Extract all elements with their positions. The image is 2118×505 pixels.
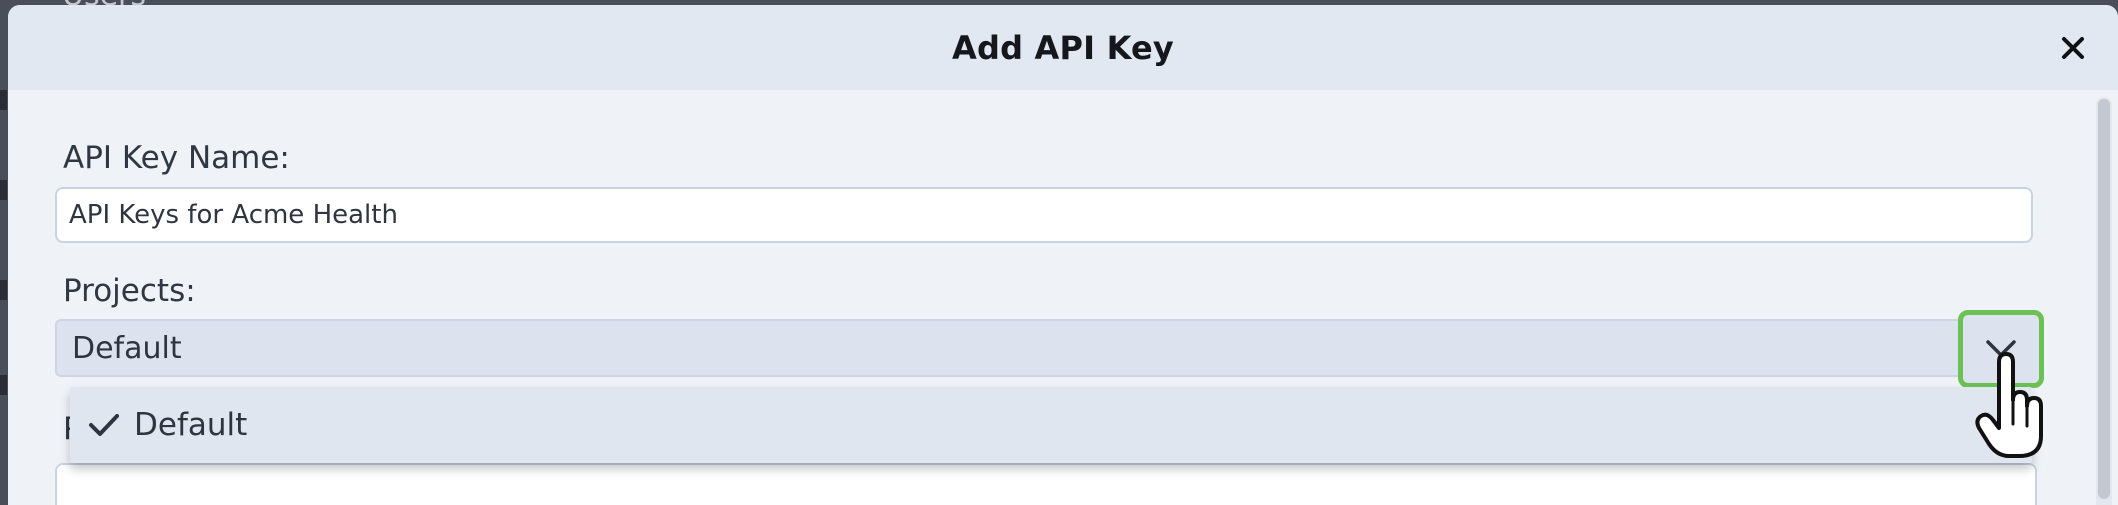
modal-scrollbar[interactable] (2096, 97, 2112, 505)
api-key-name-label: API Key Name: (63, 140, 290, 176)
projects-label: Projects: (63, 273, 196, 309)
add-api-key-modal: Add API Key API Key Name: Projects: Defa… (8, 5, 2118, 505)
projects-selected-value: Default (72, 330, 182, 366)
background-sidebar-fragment (0, 90, 7, 110)
close-button[interactable] (2053, 28, 2093, 68)
background-sidebar-fragment (0, 375, 7, 395)
projects-select[interactable]: Default (55, 319, 2033, 377)
modal-title: Add API Key (952, 28, 1174, 67)
next-field-input[interactable] (55, 463, 2037, 505)
dropdown-option-label: Default (134, 407, 248, 443)
dropdown-option-default[interactable]: Default (70, 387, 2032, 463)
projects-dropdown-menu: Default (70, 387, 2032, 463)
modal-header: Add API Key (8, 5, 2118, 90)
checkmark-icon (89, 414, 119, 436)
scrollbar-thumb[interactable] (2098, 99, 2110, 499)
background-sidebar-fragment (0, 280, 7, 300)
background-sidebar-fragment (0, 180, 7, 200)
projects-dropdown-toggle[interactable] (1958, 310, 2044, 388)
chevron-down-icon (1986, 340, 2016, 357)
close-icon (2062, 36, 2084, 59)
api-key-name-input[interactable] (55, 187, 2033, 243)
